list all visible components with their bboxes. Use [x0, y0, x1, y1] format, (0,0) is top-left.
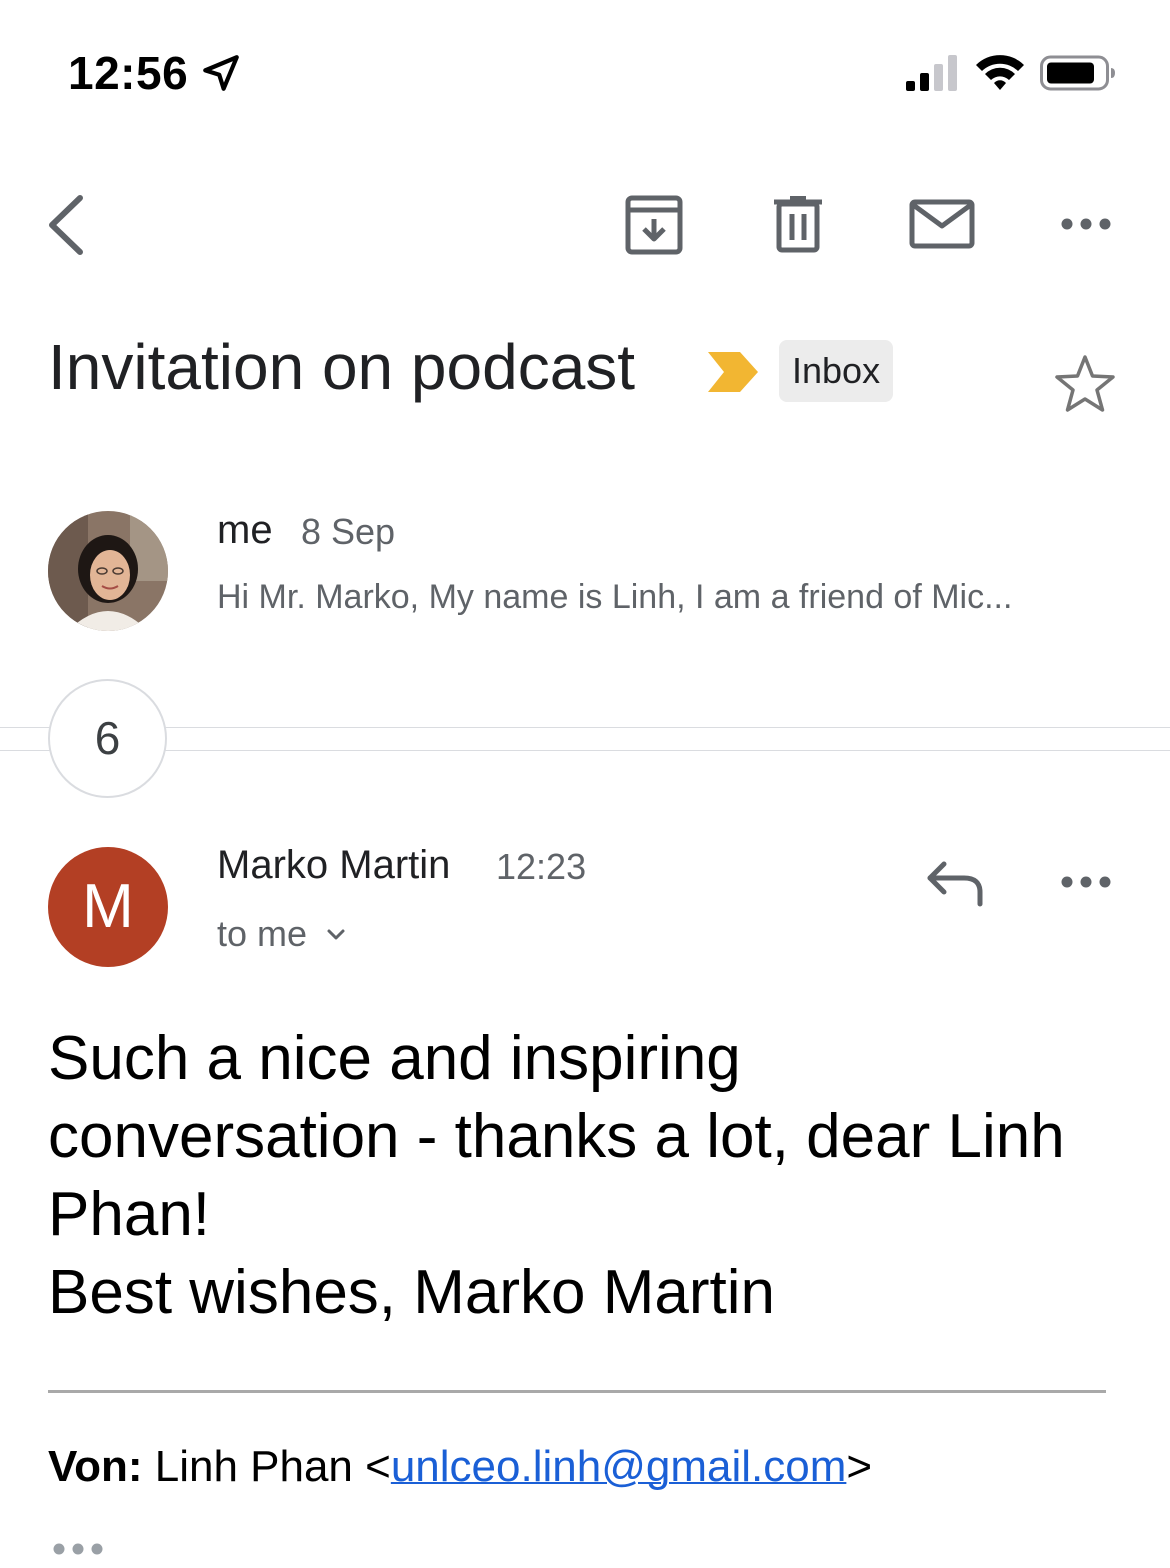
recipients-toggle[interactable]: to me	[217, 913, 349, 955]
quote-divider	[48, 1390, 1106, 1393]
body-line: Such a nice and inspiring	[48, 1024, 741, 1093]
status-time: 12:56	[68, 47, 189, 99]
message-date: 8 Sep	[301, 511, 396, 552]
importance-marker-icon[interactable]	[706, 350, 760, 394]
sender-name: me	[217, 508, 273, 552]
collapsed-messages-count[interactable]: 6	[48, 679, 167, 798]
inbox-label-chip[interactable]: Inbox	[779, 340, 894, 402]
quoted-from-email-link[interactable]: unlceo.linh@gmail.com	[391, 1442, 847, 1491]
star-icon[interactable]	[1052, 352, 1118, 418]
wifi-icon	[976, 55, 1024, 90]
cellular-signal-icon	[906, 55, 957, 91]
show-trimmed-content-icon[interactable]	[50, 1536, 106, 1562]
avatar[interactable]: M	[48, 847, 168, 967]
message-time: 12:23	[496, 846, 587, 887]
body-line: conversation - thanks a lot, dear Linh	[48, 1102, 1065, 1171]
quoted-from-label: Von:	[48, 1442, 143, 1491]
message-snippet[interactable]: Hi Mr. Marko, My name is Linh, I am a fr…	[217, 578, 1107, 617]
location-arrow-icon	[203, 55, 239, 91]
divider	[0, 750, 1170, 751]
quoted-from-line: Von: Linh Phan <unlceo.linh@gmail.com>	[48, 1442, 872, 1492]
more-horizontal-icon[interactable]	[1054, 192, 1118, 256]
avatar[interactable]	[48, 511, 168, 631]
reply-icon[interactable]	[924, 856, 986, 910]
chevron-down-icon	[327, 929, 345, 940]
divider	[0, 727, 1170, 728]
thread-subject: Invitation on podcast	[48, 331, 636, 403]
quoted-from-name: Linh Phan <	[154, 1442, 391, 1491]
mail-icon[interactable]	[908, 192, 976, 256]
recipients-label: to me	[217, 913, 308, 954]
more-horizontal-icon[interactable]	[1054, 850, 1118, 914]
body-line: Best wishes, Marko Martin	[48, 1258, 775, 1327]
message-body: Such a nice and inspiring conversation -…	[48, 1020, 1128, 1332]
archive-icon[interactable]	[622, 192, 686, 256]
sender-name: Marko Martin	[217, 843, 451, 887]
quoted-from-close: >	[846, 1442, 873, 1491]
back-chevron-icon[interactable]	[40, 190, 96, 260]
trash-icon[interactable]	[766, 192, 830, 256]
battery-icon	[1040, 55, 1115, 91]
body-line: Phan!	[48, 1180, 211, 1249]
